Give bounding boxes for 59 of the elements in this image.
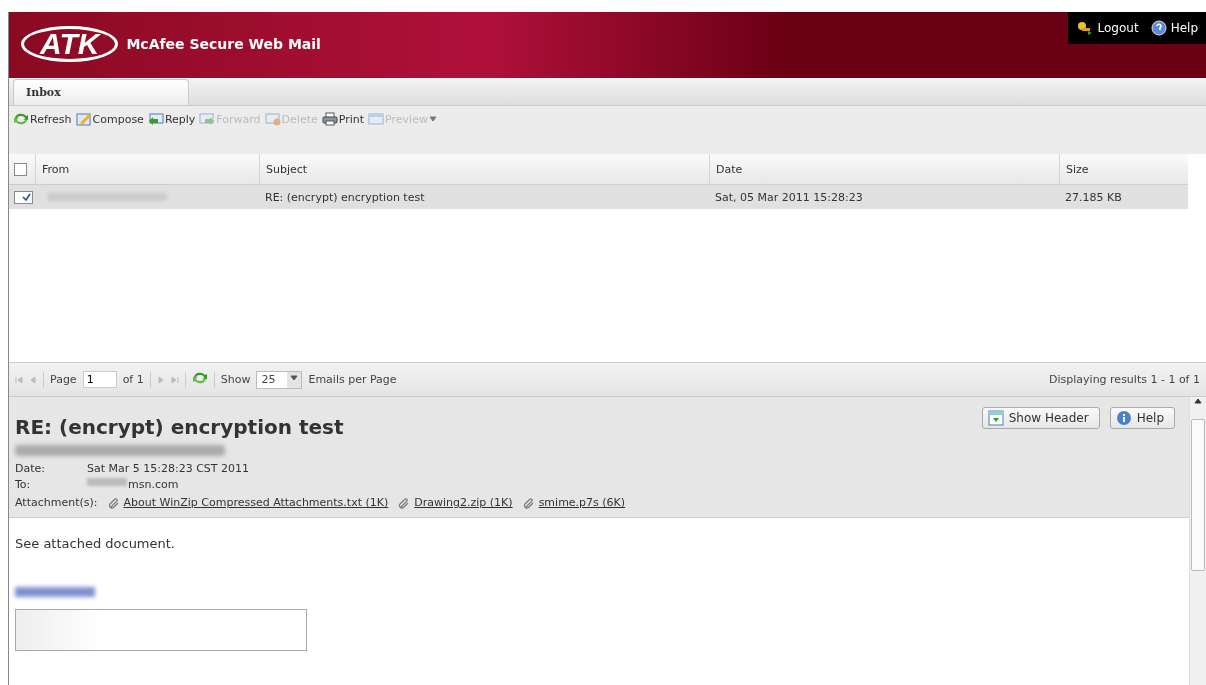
help-icon — [1150, 20, 1167, 36]
envelope-delete-icon — [264, 112, 281, 126]
column-header[interactable]: Subject — [259, 154, 709, 184]
attachment-link[interactable]: smime.p7s (6K) — [522, 496, 626, 509]
select-all-checkbox[interactable] — [14, 162, 27, 176]
app-title: McAfee Secure Web Mail — [126, 36, 321, 52]
caret-icon — [290, 373, 299, 382]
column-header[interactable]: Date — [709, 154, 1059, 184]
scrollbar[interactable] — [1189, 397, 1206, 685]
paperclip-icon — [398, 496, 411, 509]
window-icon — [368, 112, 385, 126]
field-value: Sat Mar 5 15:28:23 CST 2011 — [87, 462, 250, 475]
logout-link[interactable]: Logout — [1075, 20, 1139, 36]
keys-icon — [1075, 20, 1094, 36]
field-value: msn.com — [128, 478, 179, 491]
per-page-label: Emails per Page — [308, 373, 397, 386]
subject-cell-text: RE: (encrypt) encryption test — [264, 190, 426, 204]
date-cell-text: Sat, 05 Mar 2011 15:28:23 — [714, 190, 864, 204]
attachment-link[interactable]: About WinZip Compressed Attachments.txt (1K) — [107, 496, 389, 509]
last-page-icon[interactable] — [170, 375, 179, 384]
page-count: of 1 — [122, 373, 144, 386]
message-subject: RE: (encrypt) encryption test — [15, 415, 344, 439]
checkmark-icon — [22, 192, 31, 202]
inbox-tab[interactable]: Inbox — [13, 79, 189, 105]
field-label: To: — [15, 478, 32, 491]
row-checkbox[interactable] — [14, 190, 33, 204]
size-cell-text: 27.185 KB — [1064, 190, 1123, 204]
printer-icon — [321, 112, 338, 126]
column-header[interactable]: From — [35, 154, 259, 184]
refresh-icon — [13, 112, 29, 126]
page-label: Page — [50, 373, 77, 386]
help-button[interactable]: Help — [1109, 407, 1175, 429]
column-header[interactable]: Size — [1059, 154, 1188, 184]
atk-logo: ATK — [21, 26, 119, 62]
blurred-text — [87, 478, 127, 486]
field-label: Date: — [15, 462, 46, 475]
reply-button[interactable]: Reply — [147, 112, 196, 126]
show-label: Show — [220, 373, 251, 386]
attachment-link[interactable]: Drawing2.zip (1K) — [398, 496, 513, 509]
pencil-paper-icon — [75, 112, 92, 126]
paperclip-icon — [522, 496, 535, 509]
refresh-button[interactable]: Refresh — [13, 112, 72, 126]
attachments-label: Attachment(s): — [15, 496, 98, 509]
per-page-dropdown[interactable]: 25 — [256, 370, 303, 389]
print-button[interactable]: Print — [321, 112, 365, 126]
page-field[interactable]: 1 — [82, 371, 117, 388]
caret-icon — [428, 115, 437, 123]
refresh-icon — [191, 371, 208, 385]
message-body-text: See attached document. — [15, 536, 176, 551]
paperclip-icon — [107, 496, 120, 509]
results-summary: Displaying results 1 - 1 of 1 — [1049, 373, 1200, 386]
show-header-button[interactable]: Show Header — [981, 407, 1100, 429]
help-link[interactable]: Help — [1150, 20, 1198, 36]
email-row[interactable]: RE: (encrypt) encryption test Sat, 05 Mar 2011 15:28:23 27.185 KB — [9, 185, 1188, 209]
compose-button[interactable]: Compose — [75, 112, 144, 126]
info-icon — [1115, 410, 1132, 426]
previous-page-icon[interactable] — [29, 375, 37, 384]
next-page-icon[interactable] — [156, 375, 165, 384]
first-page-icon[interactable] — [15, 375, 23, 384]
